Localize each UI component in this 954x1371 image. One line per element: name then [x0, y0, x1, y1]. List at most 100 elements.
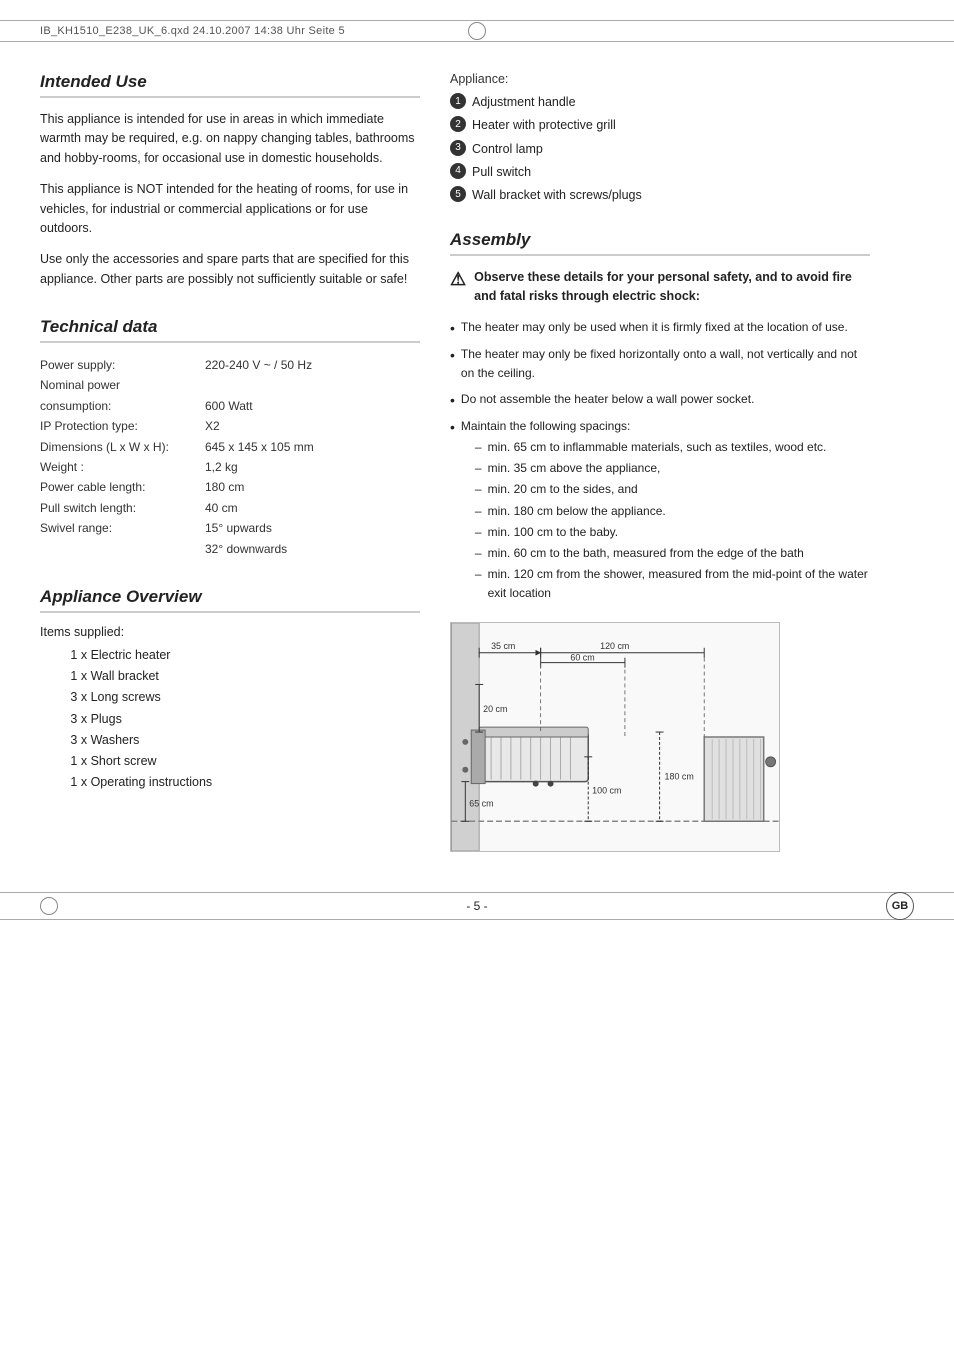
bullet-item: • The heater may only be used when it is …	[450, 318, 870, 339]
tech-label: Power supply:	[40, 355, 205, 375]
tech-row: Swivel range:15° upwards	[40, 518, 420, 538]
intended-use-para-3: Use only the accessories and spare parts…	[40, 250, 420, 289]
sub-item: –min. 60 cm to the bath, measured from t…	[475, 544, 870, 563]
bullet-dot: •	[450, 389, 455, 411]
tech-value: 645 x 145 x 105 mm	[205, 437, 314, 457]
num-item: 1Adjustment handle	[450, 92, 870, 113]
sub-dash: –	[475, 544, 482, 563]
sub-item: –min. 65 cm to inflammable materials, su…	[475, 438, 870, 457]
page: IB_KH1510_E238_UK_6.qxd 24.10.2007 14:38…	[0, 20, 954, 1371]
tech-value: X2	[205, 416, 220, 436]
technical-data-title: Technical data	[40, 317, 420, 343]
footer-circle-left	[40, 897, 58, 915]
sub-dash: –	[475, 502, 482, 521]
footer-page: - 5 -	[40, 899, 914, 913]
list-item: 3 x Long screws	[60, 687, 420, 708]
sub-dash: –	[475, 523, 482, 542]
tech-row: consumption:600 Watt	[40, 396, 420, 416]
tech-row: 32° downwards	[40, 539, 420, 559]
sub-item: –min. 35 cm above the appliance,	[475, 459, 870, 478]
num-item-text: Adjustment handle	[472, 92, 576, 113]
tech-value: 32° downwards	[205, 539, 287, 559]
intended-use-para-1: This appliance is intended for use in ar…	[40, 110, 420, 168]
warning-triangle-icon: ⚠	[450, 266, 466, 293]
footer: - 5 - GB	[0, 892, 954, 920]
appliance-right-section: Appliance: 1Adjustment handle 2 Heater wit…	[450, 72, 870, 206]
assembly-section: Assembly ⚠ Observe these details for you…	[450, 230, 870, 851]
sub-dash: –	[475, 438, 482, 457]
tech-value: 220-240 V ~ / 50 Hz	[205, 355, 312, 375]
list-item: 1 x Operating instructions	[60, 772, 420, 793]
num-circle-2: 2	[450, 116, 466, 132]
num-item-text: Pull switch	[472, 162, 531, 183]
top-bar-circle	[468, 22, 486, 40]
sub-text: min. 180 cm below the appliance.	[488, 502, 666, 521]
bullet-text: Maintain the following spacings:–min. 65…	[461, 417, 870, 606]
left-column: Intended Use This appliance is intended …	[40, 72, 420, 852]
bullet-dot: •	[450, 317, 455, 339]
measure-60cm: 60 cm	[570, 652, 594, 662]
bullet-text: Do not assemble the heater below a wall …	[461, 390, 755, 409]
measure-65cm: 65 cm	[469, 798, 493, 808]
tech-label	[40, 539, 205, 559]
assembly-title: Assembly	[450, 230, 870, 256]
sub-text: min. 100 cm to the baby.	[488, 523, 619, 542]
list-item: 1 x Short screw	[60, 751, 420, 772]
num-circle-3: 3	[450, 140, 466, 156]
assembly-bullets: • The heater may only be used when it is …	[450, 318, 870, 606]
footer-gb-badge: GB	[886, 892, 914, 920]
sub-dash: –	[475, 480, 482, 499]
bullet-text: The heater may only be used when it is f…	[461, 318, 848, 337]
num-item: 2 Heater with protective grill	[450, 115, 870, 136]
measure-20cm: 20 cm	[483, 704, 507, 714]
appliance-right-label: Appliance:	[450, 72, 870, 86]
bullet-dot: •	[450, 416, 455, 438]
intended-use-section: Intended Use This appliance is intended …	[40, 72, 420, 289]
assembly-diagram: 35 cm 120 cm 20 cm	[450, 622, 780, 852]
measure-35cm: 35 cm	[491, 640, 515, 650]
tech-value: 600 Watt	[205, 396, 253, 416]
bullet-item: • Maintain the following spacings:–min. 6…	[450, 417, 870, 606]
technical-data-section: Technical data Power supply:220-240 V ~ …	[40, 317, 420, 559]
right-column: Appliance: 1Adjustment handle 2 Heater wit…	[450, 72, 870, 852]
diagram-svg: 35 cm 120 cm 20 cm	[451, 623, 779, 851]
list-item: 3 x Washers	[60, 730, 420, 751]
tech-row: Nominal power	[40, 375, 420, 395]
tech-label: Swivel range:	[40, 518, 205, 538]
measure-180cm: 180 cm	[665, 771, 694, 781]
sub-text: min. 35 cm above the appliance,	[488, 459, 661, 478]
sub-text: min. 120 cm from the shower, measured fr…	[488, 565, 870, 603]
bullet-dot: •	[450, 344, 455, 366]
tech-row: Dimensions (L x W x H):645 x 145 x 105 m…	[40, 437, 420, 457]
appliance-overview-section: Appliance Overview Items supplied: 1 x E…	[40, 587, 420, 794]
warning-box: ⚠ Observe these details for your persona…	[450, 268, 870, 306]
bullet-item: • Do not assemble the heater below a wall…	[450, 390, 870, 411]
warning-text: Observe these details for your personal …	[474, 268, 870, 306]
tech-row: IP Protection type:X2	[40, 416, 420, 436]
num-circle-5: 5	[450, 186, 466, 202]
sub-item: –min. 100 cm to the baby.	[475, 523, 870, 542]
num-circle-4: 4	[450, 163, 466, 179]
tech-label: Pull switch length:	[40, 498, 205, 518]
tech-value: 15° upwards	[205, 518, 272, 538]
tech-value: 1,2 kg	[205, 457, 238, 477]
list-item: 1 x Electric heater	[60, 645, 420, 666]
intended-use-para-2: This appliance is NOT intended for the h…	[40, 180, 420, 238]
tech-label: Power cable length:	[40, 477, 205, 497]
bullet-item: •The heater may only be fixed horizontal…	[450, 345, 870, 383]
tech-row: Pull switch length:40 cm	[40, 498, 420, 518]
numbered-list: 1Adjustment handle 2 Heater with protectiv…	[450, 92, 870, 206]
num-item-text: Heater with protective grill	[472, 115, 616, 136]
top-bar: IB_KH1510_E238_UK_6.qxd 24.10.2007 14:38…	[0, 20, 954, 42]
sub-item: –min. 120 cm from the shower, measured f…	[475, 565, 870, 603]
sub-dash: –	[475, 459, 482, 478]
appliance-overview-title: Appliance Overview	[40, 587, 420, 613]
tech-label: consumption:	[40, 396, 205, 416]
sub-text: min. 60 cm to the bath, measured from th…	[488, 544, 804, 563]
items-supplied-label: Items supplied:	[40, 625, 420, 639]
list-item: 1 x Wall bracket	[60, 666, 420, 687]
main-content: Intended Use This appliance is intended …	[0, 42, 954, 882]
tech-value: 180 cm	[205, 477, 244, 497]
measure-120cm: 120 cm	[600, 640, 629, 650]
tech-row: Power supply:220-240 V ~ / 50 Hz	[40, 355, 420, 375]
